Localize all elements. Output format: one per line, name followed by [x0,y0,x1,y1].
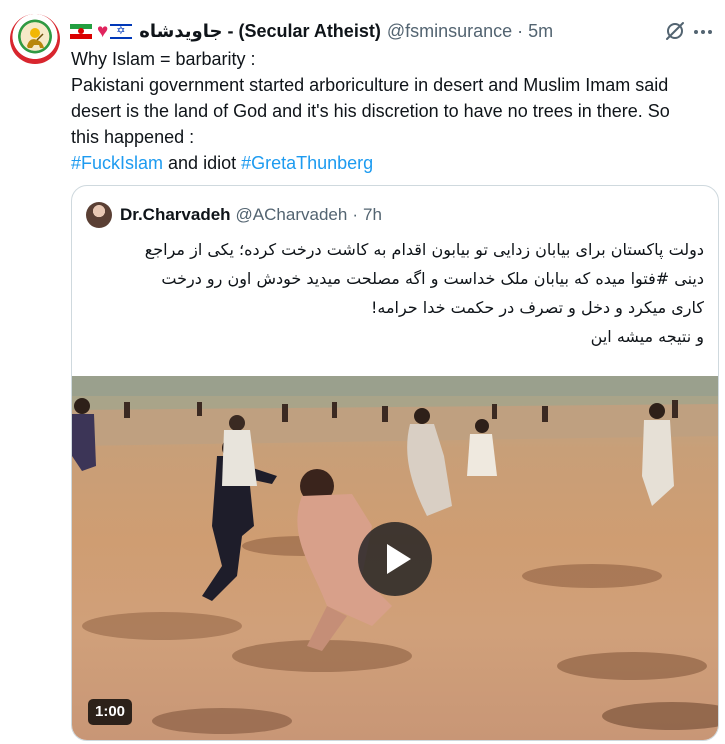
hashtag-line: #FuckIslam and idiot #GretaThunberg [71,150,711,176]
quoted-timestamp[interactable]: 7h [363,205,382,225]
iran-flag-icon [70,23,92,39]
tweet-text-line: Pakistani government started arboricultu… [71,75,669,95]
video-duration-badge: 1:00 [88,699,133,725]
tweet-text: Why Islam = barbarity : Pakistani govern… [71,46,711,176]
video-player[interactable]: 1:00 [72,376,718,740]
quoted-tweet[interactable]: Dr.Charvadeh @ACharvadeh · 7h دولت پاکست… [71,185,719,741]
quoted-text-line: و نتیجه میشه این [590,327,704,346]
more-icon[interactable] [692,22,714,42]
hashtag-link-fuckislam[interactable]: #FuckIslam [71,153,163,173]
tweet-text-line: this happened : [71,127,195,147]
separator-dot: · [352,205,358,224]
tweet[interactable]: ♥ جاویدشاه - (Secular Atheist) @fsminsur… [0,0,725,744]
separator-dot: · [517,20,524,41]
play-button[interactable] [358,522,432,596]
quoted-text-line: کاری میکرد و دخل و تصرف در حکمت خدا حرام… [370,298,704,317]
quoted-tweet-text: دولت پاکستان برای بیابان زدایی تو بیابون… [84,235,704,351]
hashtag-connector-text: and idiot [163,153,242,173]
hashtag-link-gretathunberg[interactable]: #GretaThunberg [241,153,373,173]
quoted-display-name[interactable]: Dr.Charvadeh [120,205,231,225]
author-handle[interactable]: @fsminsurance [387,21,512,42]
tweet-text-line: Why Islam = barbarity : [71,49,256,69]
quoted-avatar[interactable] [86,202,112,228]
red-heart-icon: ♥ [97,20,109,42]
grok-icon[interactable] [664,20,686,42]
quoted-tweet-header: Dr.Charvadeh @ACharvadeh · 7h [86,202,382,228]
quoted-text-line: دینی #فتوا میده که بیابان ملک خداست و اگ… [161,269,704,288]
quoted-handle[interactable]: @ACharvadeh [236,205,348,225]
tweet-timestamp[interactable]: 5m [528,21,553,42]
tweet-text-line: desert is the land of God and it's his d… [71,101,670,121]
lion-and-sun-icon [27,28,44,48]
quoted-text-line: دولت پاکستان برای بیابان زدایی تو بیابون… [144,240,704,259]
israel-flag-icon [110,23,133,39]
tweet-header: ♥ جاویدشاه - (Secular Atheist) @fsminsur… [70,19,553,43]
author-display-name[interactable]: جاویدشاه - (Secular Atheist) [139,21,381,42]
avatar[interactable] [10,14,60,64]
